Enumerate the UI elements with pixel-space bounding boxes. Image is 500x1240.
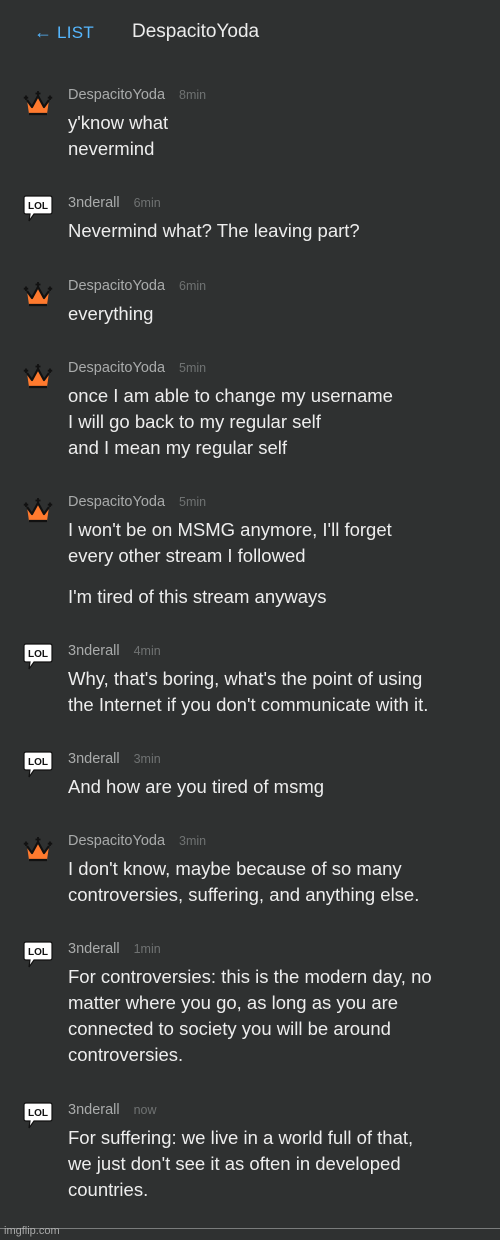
message-text: And how are you tired of msmg bbox=[68, 776, 325, 797]
message-text: nevermind bbox=[68, 138, 155, 159]
message-username[interactable]: DespacitoYoda bbox=[68, 833, 165, 849]
message-timestamp: 6min bbox=[133, 196, 161, 210]
lol-text: LOL bbox=[28, 201, 48, 212]
back-arrow-icon: ← bbox=[34, 22, 52, 42]
message-timestamp: 6min bbox=[179, 279, 207, 293]
message-text: matter where you go, as long as you are bbox=[68, 992, 399, 1013]
message-username[interactable]: 3nderall bbox=[68, 751, 120, 767]
message-text: once I am able to change my username bbox=[68, 385, 393, 406]
lol-bubble-icon: LOL bbox=[23, 1102, 53, 1129]
crown-icon bbox=[23, 498, 53, 523]
message-meta: DespacitoYoda 5min bbox=[68, 360, 206, 376]
message-meta: DespacitoYoda 6min bbox=[68, 278, 206, 294]
message-meta: 3nderall now bbox=[68, 1102, 157, 1118]
lol-text: LOL bbox=[28, 1108, 48, 1119]
message-meta: DespacitoYoda 3min bbox=[68, 833, 206, 849]
lol-bubble-icon: LOL bbox=[23, 643, 53, 670]
message-text: connected to society you will be around bbox=[68, 1018, 391, 1039]
lol-bubble-icon: LOL bbox=[23, 751, 53, 778]
message-text: I'm tired of this stream anyways bbox=[68, 586, 327, 607]
message-text: Nevermind what? The leaving part? bbox=[68, 220, 360, 241]
message-text: I will go back to my regular self bbox=[68, 411, 321, 432]
message-username[interactable]: DespacitoYoda bbox=[68, 278, 165, 294]
message-text: y'know what bbox=[68, 112, 169, 133]
message-timestamp: 3min bbox=[133, 752, 161, 766]
message-text: controversies, suffering, and anything e… bbox=[68, 884, 420, 905]
message-meta: 3nderall 3min bbox=[68, 751, 161, 767]
watermark: imgflip.com bbox=[4, 1225, 60, 1237]
chat-header: ← LIST DespacitoYoda bbox=[0, 0, 500, 64]
message-timestamp: 4min bbox=[133, 644, 161, 658]
message-text: I won't be on MSMG anymore, I'll forget bbox=[68, 519, 392, 540]
message-text: and I mean my regular self bbox=[68, 437, 288, 458]
message-timestamp: 3min bbox=[179, 834, 207, 848]
message-text: the Internet if you don't communicate wi… bbox=[68, 694, 429, 715]
message-meta: 3nderall 4min bbox=[68, 643, 161, 659]
message-text: everything bbox=[68, 303, 154, 324]
message-username[interactable]: 3nderall bbox=[68, 1102, 120, 1118]
message-username[interactable]: DespacitoYoda bbox=[68, 87, 165, 103]
crown-icon bbox=[23, 837, 53, 862]
message-timestamp: 5min bbox=[179, 361, 207, 375]
crown-icon bbox=[23, 91, 53, 116]
message-text: we just don't see it as often in develop… bbox=[68, 1153, 401, 1174]
chat-title: DespacitoYoda bbox=[132, 21, 260, 42]
crown-icon bbox=[23, 364, 53, 389]
message-meta: 3nderall 6min bbox=[68, 195, 161, 211]
back-label: LIST bbox=[57, 22, 95, 42]
crown-icon bbox=[23, 282, 53, 307]
message-meta: DespacitoYoda 5min bbox=[68, 494, 206, 510]
message-username[interactable]: DespacitoYoda bbox=[68, 494, 165, 510]
message-text: every other stream I followed bbox=[68, 545, 306, 566]
message-username[interactable]: 3nderall bbox=[68, 941, 120, 957]
message-meta: DespacitoYoda 8min bbox=[68, 87, 206, 103]
message-username[interactable]: 3nderall bbox=[68, 643, 120, 659]
lol-bubble-icon: LOL bbox=[23, 941, 53, 968]
message-timestamp: now bbox=[133, 1103, 157, 1117]
back-to-list-button[interactable]: ← LIST bbox=[34, 22, 94, 43]
lol-text: LOL bbox=[28, 649, 48, 660]
lol-text: LOL bbox=[28, 947, 48, 958]
lol-text: LOL bbox=[28, 757, 48, 768]
message-text: For suffering: we live in a world full o… bbox=[68, 1127, 414, 1148]
lol-bubble-icon: LOL bbox=[23, 195, 53, 222]
message-text: For controversies: this is the modern da… bbox=[68, 966, 432, 987]
message-timestamp: 8min bbox=[179, 88, 207, 102]
message-text: controversies. bbox=[68, 1044, 184, 1065]
message-text: Why, that's boring, what's the point of … bbox=[68, 668, 423, 689]
message-timestamp: 1min bbox=[133, 942, 161, 956]
message-username[interactable]: 3nderall bbox=[68, 195, 120, 211]
message-username[interactable]: DespacitoYoda bbox=[68, 360, 165, 376]
message-timestamp: 5min bbox=[179, 495, 207, 509]
message-text: countries. bbox=[68, 1179, 149, 1200]
message-meta: 3nderall 1min bbox=[68, 941, 161, 957]
message-text: I don't know, maybe because of so many bbox=[68, 858, 402, 879]
bottom-divider bbox=[0, 1228, 500, 1229]
